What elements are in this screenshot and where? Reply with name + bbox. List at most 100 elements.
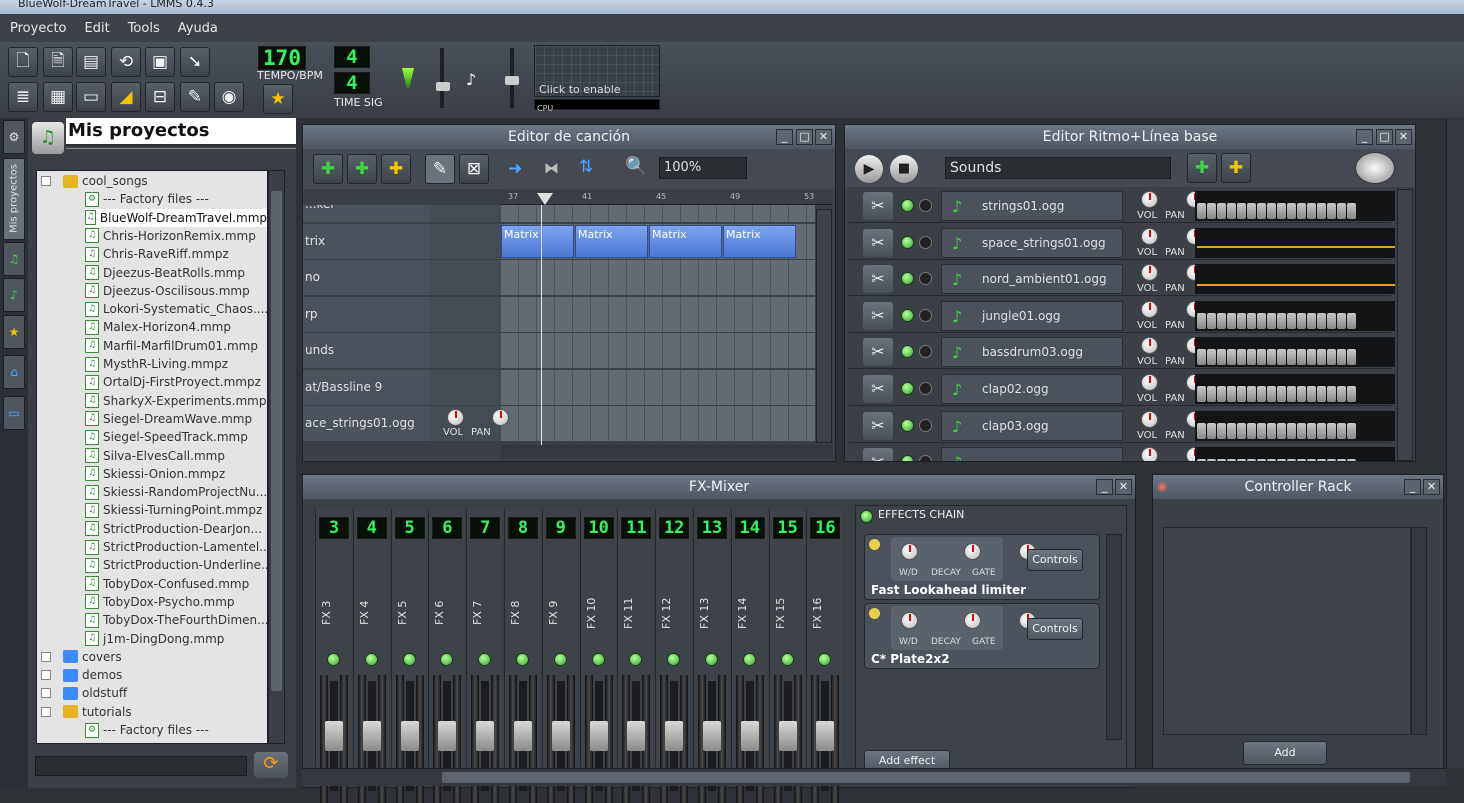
project-file-item[interactable]: ♫ SharkyX-Experiments.mmp <box>85 392 266 410</box>
step-cell[interactable] <box>1217 349 1226 366</box>
mixer-channel[interactable]: 11 FX 11 <box>617 509 654 803</box>
pattern-block[interactable]: Matrix <box>649 224 722 258</box>
step-cell[interactable] <box>1237 203 1246 219</box>
track-name-button[interactable]: ♪... <box>941 447 1123 461</box>
track-solo-led[interactable] <box>919 382 932 395</box>
channel-fader-handle[interactable] <box>740 721 759 751</box>
project-file-item[interactable]: ♫ Skiessi-Onion.mmpz <box>85 465 225 483</box>
step-cell[interactable] <box>1327 422 1336 439</box>
factory-files-item[interactable]: ⚙ --- Factory files --- <box>85 190 209 208</box>
step-cell[interactable] <box>1207 422 1216 439</box>
new-project-icon[interactable]: 🗋 <box>8 47 38 77</box>
project-file-item[interactable]: ♫ Skiessi-TurningPoint.mmpz <box>85 501 262 519</box>
menu-tools[interactable]: Tools <box>128 21 160 36</box>
step-cell[interactable] <box>1197 459 1206 461</box>
channel-fader-handle[interactable] <box>665 721 684 751</box>
master-volume-slider[interactable] <box>440 48 444 108</box>
project-file-item[interactable]: ♫ Djeezus-Oscilisous.mmp <box>85 282 250 300</box>
step-cell[interactable] <box>1287 312 1296 329</box>
workspace-vertical-scrollbar[interactable] <box>1446 118 1464 768</box>
effects-chain-led[interactable] <box>860 510 873 523</box>
master-pitch-handle[interactable] <box>505 76 519 85</box>
expand-toggle-icon[interactable] <box>41 670 51 681</box>
step-cell[interactable] <box>1277 312 1286 329</box>
song-track-grid[interactable] <box>501 260 815 295</box>
song-track-name[interactable]: at/Bassline 9 <box>303 369 431 405</box>
beat-editor-icon[interactable]: ▦ <box>43 82 73 112</box>
track-name-button[interactable]: ♪ clap03.ogg <box>941 410 1123 441</box>
effect-2-led[interactable] <box>869 608 880 619</box>
step-cell[interactable] <box>1307 386 1316 402</box>
folder-item[interactable]: demos <box>41 666 122 684</box>
step-cell[interactable] <box>1207 459 1216 461</box>
edit-mode-icon[interactable]: ⊠ <box>459 154 489 184</box>
project-file-item[interactable]: ♫ Chris-HorizonRemix.mmp <box>85 227 256 245</box>
pattern-block[interactable]: Matrix <box>501 224 574 258</box>
step-cell[interactable] <box>1307 422 1316 439</box>
step-cell[interactable] <box>1197 386 1206 402</box>
project-file-item[interactable]: ♫ Marfil-MarfilDrum01.mmp <box>85 337 258 355</box>
mixer-channel[interactable]: 4 FX 4 <box>352 509 389 803</box>
pattern-block[interactable]: Matrix <box>575 224 648 258</box>
track-mute-led[interactable] <box>901 455 914 461</box>
track-mute-led[interactable] <box>901 382 914 395</box>
song-track-grid[interactable] <box>501 369 815 405</box>
track-mute-led[interactable] <box>901 308 914 322</box>
tab-mis-proyectos[interactable]: Mis proyectos <box>3 158 25 240</box>
effect-1-wd-knob[interactable] <box>901 543 918 560</box>
add-pattern-icon[interactable]: ✚ <box>1221 153 1251 183</box>
mixer-channel[interactable]: 8 FX 8 <box>504 509 540 803</box>
step-cell[interactable] <box>1217 312 1226 329</box>
song-track-grid[interactable] <box>501 333 815 368</box>
expand-toggle-icon[interactable] <box>41 706 51 717</box>
step-cell[interactable] <box>1207 386 1216 402</box>
step-cell[interactable] <box>1297 386 1306 402</box>
project-file-item[interactable]: ♫ TobyDox-Confused.mmp <box>85 575 249 593</box>
step-cell[interactable] <box>1247 203 1256 219</box>
step-cell[interactable] <box>1227 312 1236 329</box>
controller-rack-minimize-button[interactable]: _ <box>1404 479 1421 495</box>
expand-toggle-icon[interactable] <box>41 176 51 186</box>
fx-mixer-minimize-button[interactable]: _ <box>1096 479 1113 495</box>
sample-track-vol-knob[interactable] <box>447 409 464 426</box>
step-cell[interactable] <box>1297 349 1306 366</box>
mixer-channel[interactable]: 12 FX 12 <box>655 509 692 803</box>
tab-samples-icon[interactable]: ♫ <box>3 242 25 276</box>
timesig-denominator[interactable]: 4 <box>334 72 370 94</box>
beat-editor-close-button[interactable]: ✕ <box>1395 129 1412 145</box>
channel-fader-handle[interactable] <box>476 721 495 751</box>
track-vol-knob[interactable] <box>1141 191 1158 208</box>
step-cell[interactable] <box>1197 312 1206 329</box>
effect-1-decay-knob[interactable] <box>963 543 981 560</box>
step-cell[interactable] <box>1197 203 1206 219</box>
track-vol-knob[interactable] <box>1141 410 1158 428</box>
channel-fader-handle[interactable] <box>703 721 721 751</box>
step-cell[interactable] <box>1297 312 1306 329</box>
project-file-item[interactable]: ♫ Lokori-Systematic_Chaos.... <box>85 300 267 318</box>
channel-fader-handle[interactable] <box>514 721 532 751</box>
step-cell[interactable] <box>1267 459 1276 461</box>
step-cell[interactable] <box>1257 349 1266 366</box>
tab-presets-icon[interactable]: ♪ <box>3 278 25 312</box>
instrument-settings-icon[interactable]: ✂ <box>863 192 893 220</box>
project-file-item[interactable]: ♫ BlueWolf-DreamTravel.mmp <box>85 208 267 227</box>
playhead-marker-icon[interactable] <box>537 193 553 205</box>
channel-fader-handle[interactable] <box>816 721 835 751</box>
menu-edit[interactable]: Edit <box>85 21 110 36</box>
project-file-item[interactable]: ♫ MysthR-Living.mmpz <box>85 355 228 373</box>
step-cell[interactable] <box>1217 459 1226 461</box>
menu-ayuda[interactable]: Ayuda <box>178 21 218 36</box>
oscilloscope-visualizer[interactable]: Click to enable <box>534 45 660 97</box>
song-track-name[interactable]: ace_strings01.ogg <box>303 406 431 441</box>
step-cell[interactable] <box>1247 459 1256 461</box>
mixer-channel[interactable]: 9 FX 9 <box>541 509 578 803</box>
stop-icon[interactable]: ⧓ <box>544 159 559 177</box>
menu-proyecto[interactable]: Proyecto <box>10 21 67 36</box>
step-cell[interactable] <box>1327 459 1336 461</box>
track-solo-led[interactable] <box>919 199 932 212</box>
song-track-name[interactable]: unds <box>303 333 431 368</box>
step-cell[interactable] <box>1327 203 1336 219</box>
song-track-grid[interactable] <box>501 205 815 222</box>
controller-rack-close-button[interactable]: ✕ <box>1423 479 1440 495</box>
channel-mute-led[interactable] <box>818 653 832 666</box>
